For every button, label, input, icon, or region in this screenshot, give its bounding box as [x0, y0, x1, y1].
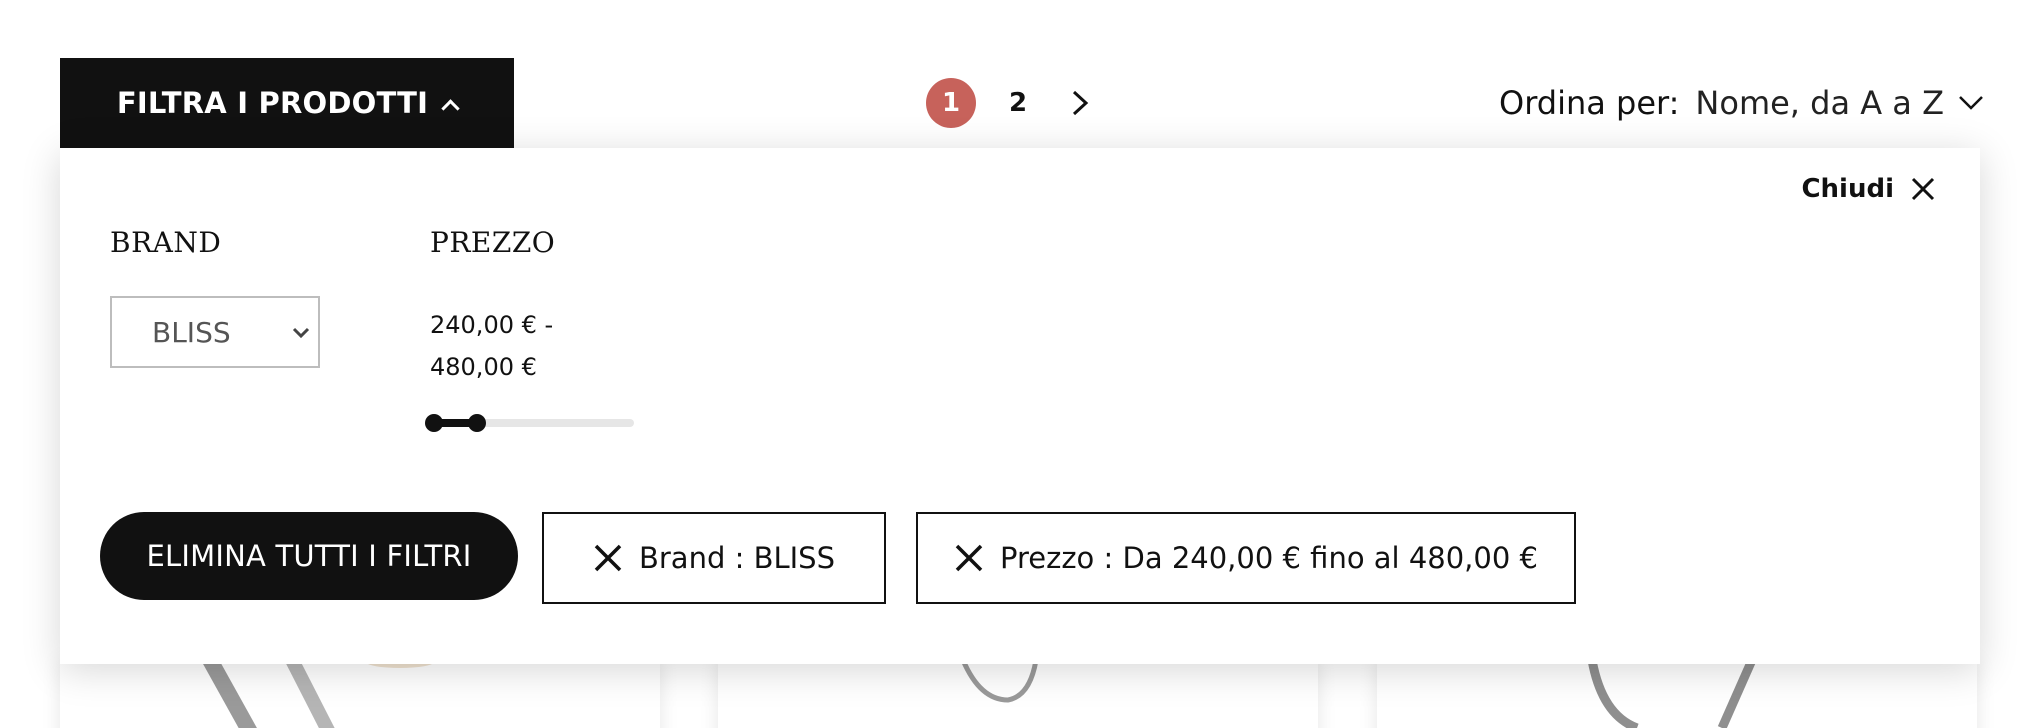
filter-panel: Chiudi BRAND PREZZO BLISS 240,00 € - 480…	[60, 148, 1980, 664]
close-icon	[1911, 177, 1935, 201]
sort-dropdown[interactable]: Ordina per: Nome, da A a Z	[1499, 78, 1984, 128]
clear-all-filters-button[interactable]: ELIMINA TUTTI I FILTRI	[100, 512, 518, 600]
product-card[interactable]	[718, 660, 1318, 728]
clear-all-label: ELIMINA TUTTI I FILTRI	[146, 539, 472, 573]
price-range-max: 480,00 €	[430, 353, 537, 381]
chevron-down-icon	[1959, 96, 1983, 110]
page-1-button[interactable]: 1	[926, 78, 976, 128]
active-filter-label: Brand : BLISS	[638, 541, 835, 575]
brand-select[interactable]: BLISS	[110, 296, 320, 368]
brand-filter-title: BRAND	[110, 226, 222, 259]
price-slider-min-handle[interactable]	[425, 414, 443, 432]
active-filter-label: Prezzo : Da 240,00 € fino al 480,00 €	[1000, 541, 1538, 575]
sort-value: Nome, da A a Z	[1695, 84, 1944, 122]
close-filter-panel-button[interactable]: Chiudi	[1801, 174, 1936, 204]
product-image	[960, 660, 1039, 703]
chevron-right-icon	[1072, 90, 1089, 116]
close-label: Chiudi	[1801, 174, 1894, 204]
active-filter-chip-price[interactable]: Prezzo : Da 240,00 € fino al 480,00 €	[916, 512, 1576, 604]
active-filter-chip-brand[interactable]: Brand : BLISS	[542, 512, 886, 604]
price-filter-title: PREZZO	[430, 226, 556, 259]
product-card[interactable]	[60, 660, 660, 728]
page-2-button[interactable]: 2	[998, 78, 1038, 128]
product-listing-page: FILTRA I PRODOTTI 1 2 Ordina per: Nome, …	[0, 0, 2034, 728]
close-icon	[955, 544, 983, 572]
chevron-up-icon	[441, 98, 460, 118]
price-slider-max-handle[interactable]	[468, 414, 486, 432]
pagination: 1 2	[926, 78, 1100, 128]
product-image	[203, 660, 434, 728]
close-icon	[594, 544, 622, 572]
product-image	[1587, 660, 1757, 728]
filter-toggle-button[interactable]: FILTRA I PRODOTTI	[60, 58, 514, 148]
price-range-text: 240,00 € - 480,00 €	[430, 304, 630, 388]
brand-select-value: BLISS	[152, 315, 231, 349]
product-card[interactable]	[1377, 660, 1977, 728]
sort-label: Ordina per:	[1499, 84, 1680, 122]
price-range-min: 240,00 € -	[430, 311, 554, 339]
chevron-down-icon	[292, 327, 310, 339]
next-page-button[interactable]	[1060, 78, 1100, 128]
filter-toggle-label: FILTRA I PRODOTTI	[116, 86, 429, 120]
